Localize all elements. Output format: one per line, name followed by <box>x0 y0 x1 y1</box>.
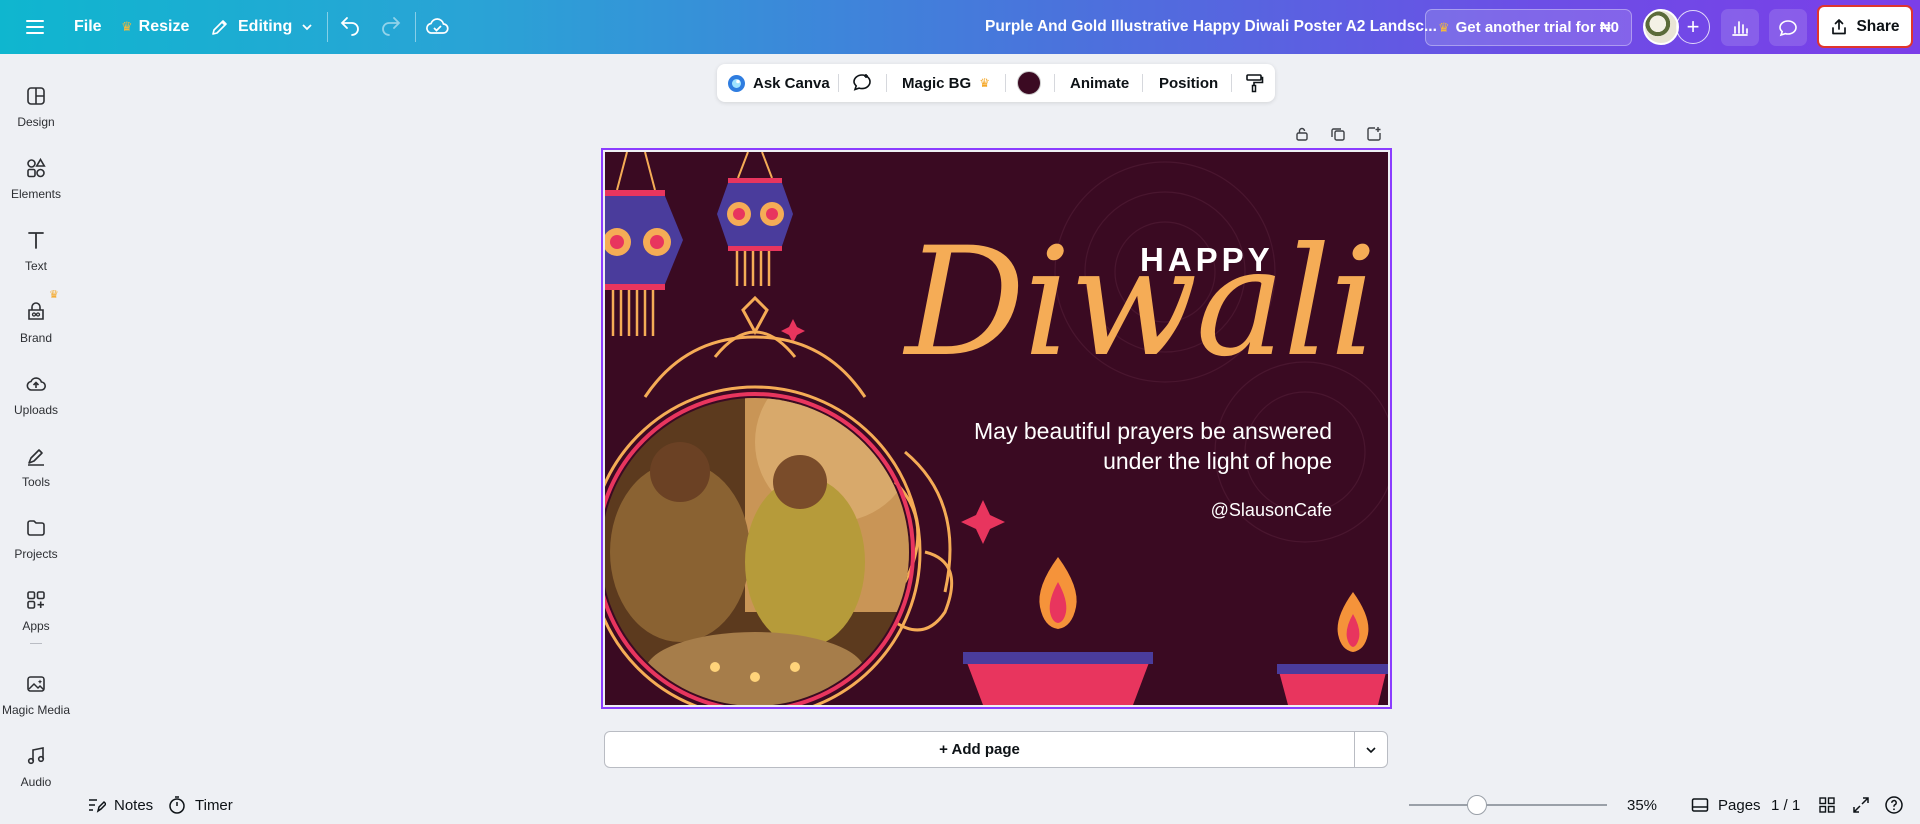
divider <box>1005 74 1006 92</box>
duplicate-page-icon[interactable] <box>1326 122 1350 146</box>
zoom-level[interactable]: 35% <box>1627 790 1657 820</box>
animate-button[interactable]: Animate <box>1070 64 1129 102</box>
lantern-left <box>605 152 683 336</box>
page-counter: 1 / 1 <box>1771 796 1801 814</box>
chevron-down-icon <box>1366 746 1376 753</box>
timer-icon <box>169 796 185 814</box>
sidebar-item-tools[interactable]: Tools <box>0 436 72 500</box>
notes-icon <box>89 799 106 813</box>
comment-add-icon[interactable] <box>851 64 873 102</box>
sidebar-item-projects[interactable]: Projects <box>0 508 72 572</box>
avatar[interactable] <box>1643 9 1679 45</box>
file-menu[interactable]: File <box>74 0 102 54</box>
sidebar-item-audio[interactable]: Audio <box>0 736 72 800</box>
crown-icon: ♛ <box>1437 19 1450 35</box>
divider <box>1054 74 1055 92</box>
top-bar: File ♛ Resize Editing Purple And Gold Il… <box>0 0 1920 54</box>
comments-button[interactable] <box>1769 9 1807 46</box>
projects-icon <box>24 516 48 540</box>
design-handle-text[interactable]: @SlausonCafe <box>1100 500 1332 521</box>
sidebar-item-magic-media[interactable]: Magic Media <box>0 664 72 728</box>
add-page-dropdown[interactable] <box>1354 731 1388 768</box>
divider <box>886 74 887 92</box>
divider <box>1142 74 1143 92</box>
zoom-slider[interactable] <box>1409 804 1607 806</box>
sidebar-item-uploads[interactable]: Uploads <box>0 364 72 428</box>
sidebar-item-text[interactable]: Text <box>0 220 72 284</box>
crown-icon: ♛ <box>49 289 59 301</box>
diya-right <box>1277 592 1388 705</box>
pencil-icon <box>212 20 227 35</box>
zoom-slider-handle[interactable] <box>1467 795 1487 815</box>
sidebar-item-brand[interactable]: Brand ♛ <box>0 289 72 356</box>
message-line: May beautiful prayers be answered <box>974 418 1332 444</box>
elements-icon <box>24 156 48 180</box>
cloud-saved-icon[interactable] <box>424 0 450 54</box>
text-icon <box>24 228 48 252</box>
sidebar-item-elements[interactable]: Elements <box>0 148 72 212</box>
apps-icon <box>24 588 48 612</box>
lantern-right <box>717 152 793 286</box>
menu-icon[interactable] <box>24 0 46 54</box>
insights-button[interactable] <box>1721 9 1759 46</box>
comment-icon <box>1779 19 1797 36</box>
message-line: under the light of hope <box>1103 448 1332 474</box>
left-sidebar: Design Elements Text Brand ♛ Uploads Too… <box>0 54 72 824</box>
design-diwali-text[interactable]: Diwali <box>905 228 1377 378</box>
help-icon[interactable] <box>1884 790 1904 820</box>
divider <box>838 74 839 92</box>
chevron-down-icon <box>302 24 312 31</box>
bar-chart-icon <box>1732 20 1748 36</box>
grid-view-icon[interactable] <box>1817 790 1837 820</box>
uploads-icon <box>24 372 48 396</box>
audio-icon <box>24 744 48 768</box>
magic-bg-button[interactable]: Magic BG ♛ <box>902 64 990 102</box>
sidebar-item-design[interactable]: Design <box>0 76 72 140</box>
get-trial-button[interactable]: ♛ Get another trial for ₦0 <box>1425 9 1632 46</box>
divider <box>1231 74 1232 92</box>
magic-media-icon <box>24 672 48 696</box>
design-message-text[interactable]: May beautiful prayers be answered under … <box>920 416 1332 476</box>
tools-icon <box>24 444 48 468</box>
design-icon <box>24 84 48 108</box>
crown-icon: ♛ <box>121 19 133 34</box>
share-icon <box>1832 18 1847 34</box>
diya-center <box>963 557 1153 705</box>
sidebar-item-apps[interactable]: Apps <box>0 580 72 644</box>
redo-icon[interactable] <box>379 0 403 54</box>
paint-roller-icon[interactable] <box>1243 64 1265 102</box>
position-button[interactable]: Position <box>1159 64 1218 102</box>
add-page-button[interactable]: + Add page <box>604 731 1355 768</box>
lock-icon[interactable] <box>1290 122 1314 146</box>
divider <box>327 12 328 42</box>
canva-assistant-icon <box>728 74 745 92</box>
document-title[interactable]: Purple And Gold Illustrative Happy Diwal… <box>985 0 1437 54</box>
plus-icon: + <box>1686 14 1700 39</box>
color-swatch[interactable] <box>1017 71 1041 95</box>
resize-button[interactable]: ♛ Resize <box>121 0 189 54</box>
timer-button[interactable]: Timer <box>167 790 233 820</box>
add-collaborator-button[interactable]: + <box>1676 10 1710 44</box>
notes-button[interactable]: Notes <box>86 790 153 820</box>
fullscreen-icon[interactable] <box>1851 790 1871 820</box>
divider <box>30 643 42 644</box>
brand-icon <box>24 300 48 324</box>
ask-canva-button[interactable]: Ask Canva <box>727 64 830 102</box>
pages-button[interactable]: Pages <box>1690 790 1761 820</box>
editing-mode-button[interactable]: Editing <box>210 0 314 54</box>
divider <box>415 12 416 42</box>
undo-icon[interactable] <box>338 0 362 54</box>
crown-icon: ♛ <box>979 76 990 90</box>
pages-icon <box>1691 798 1709 812</box>
share-button[interactable]: Share <box>1817 5 1913 48</box>
add-page-icon[interactable] <box>1362 122 1386 146</box>
